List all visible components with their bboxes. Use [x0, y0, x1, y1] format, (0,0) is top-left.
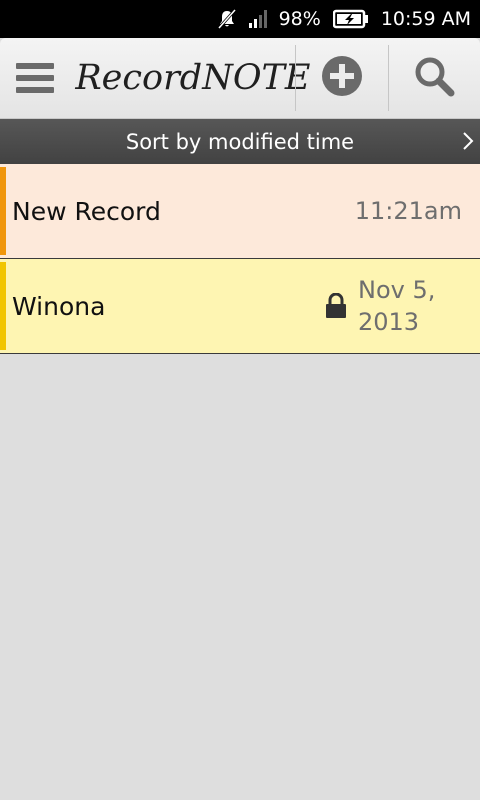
lock-icon [324, 292, 348, 323]
action-bar: RecordNOTE [0, 38, 480, 119]
app-title: RecordNOTE [75, 58, 311, 98]
search-button[interactable] [389, 38, 480, 118]
record-modified: Nov 5, 2013 [358, 276, 436, 336]
record-color-stripe [0, 262, 6, 350]
battery-percent: 98% [278, 8, 321, 30]
record-item[interactable]: New Record 11:21am [0, 164, 480, 259]
record-modified: 11:21am [354, 197, 462, 225]
record-title: New Record [12, 196, 161, 226]
record-item[interactable]: Winona Nov 5, 2013 [0, 259, 480, 354]
signal-icon [248, 9, 270, 29]
sort-label: Sort by modified time [125, 129, 355, 154]
battery-charging-icon [332, 9, 369, 29]
clock: 10:59 AM [380, 8, 471, 30]
chevron-right-icon [462, 130, 474, 157]
add-icon [321, 55, 363, 101]
status-bar: 98% 10:59 AM [0, 0, 480, 38]
record-list: New Record 11:21am Winona Nov 5, 2013 [0, 164, 480, 354]
add-button[interactable] [296, 38, 387, 118]
record-title: Winona [12, 291, 106, 321]
menu-icon[interactable] [16, 61, 54, 95]
mute-icon [216, 8, 238, 30]
sort-bar[interactable]: Sort by modified time [0, 119, 480, 164]
search-icon [413, 55, 455, 101]
record-color-stripe [0, 167, 6, 255]
